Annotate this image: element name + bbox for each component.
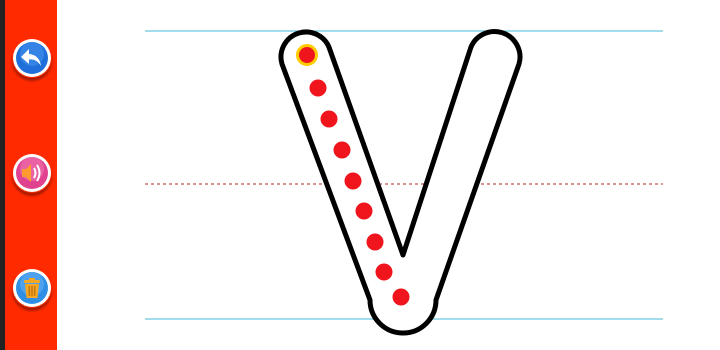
trace-dot bbox=[309, 79, 327, 97]
trace-dot bbox=[320, 110, 338, 128]
letter-outline bbox=[278, 29, 523, 336]
tracing-letter-canvas[interactable] bbox=[0, 0, 720, 350]
tracing-screen bbox=[0, 0, 720, 350]
start-dot[interactable] bbox=[296, 44, 318, 66]
trace-dot bbox=[355, 202, 373, 220]
trace-dot bbox=[392, 288, 410, 306]
trace-dot bbox=[344, 172, 362, 190]
trace-dot bbox=[333, 141, 351, 159]
trace-dot bbox=[366, 233, 384, 251]
trace-dot bbox=[375, 263, 393, 281]
